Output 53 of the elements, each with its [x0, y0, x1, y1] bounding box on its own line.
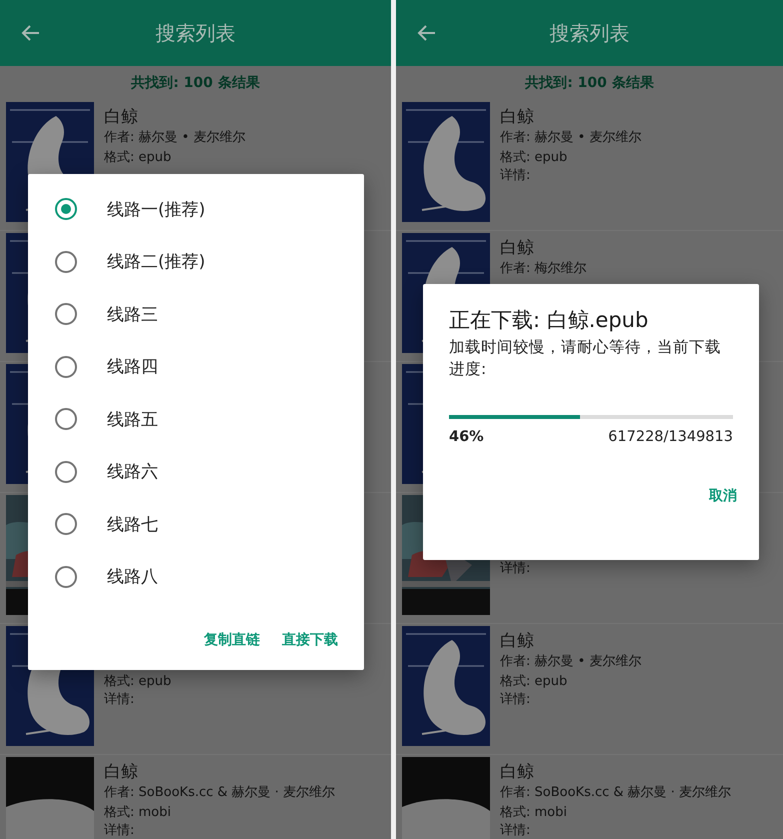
route-option[interactable]: 线路三 — [28, 288, 364, 340]
radio-button[interactable] — [55, 513, 77, 536]
book-format: 格式: epub — [104, 150, 172, 165]
book-format: 格式: epub — [500, 150, 568, 165]
dialog-message: 加载时间较慢，请耐心等待，当前下载进度: — [449, 337, 722, 380]
radio-button[interactable] — [55, 356, 77, 378]
book-author: 作者: 赫尔曼 • 麦尔维尔 — [104, 130, 246, 145]
book-title: 白鲸 — [500, 631, 534, 651]
cancel-button[interactable]: 取消 — [701, 481, 745, 511]
progress-percent: 46% — [449, 429, 484, 445]
screen-title: 搜索列表 — [156, 20, 236, 46]
book-details-label: 详情: — [500, 561, 530, 576]
book-title: 白鲸 — [500, 762, 534, 782]
book-author: 作者: 赫尔曼 • 麦尔维尔 — [500, 654, 642, 669]
route-option[interactable]: 线路六 — [28, 446, 364, 498]
book-format: 格式: epub — [500, 674, 568, 689]
dialog-button[interactable]: 复制直链 — [196, 625, 268, 655]
radio-button[interactable] — [55, 303, 77, 326]
dialog-button[interactable]: 直接下载 — [274, 625, 346, 655]
radio-button[interactable] — [55, 198, 77, 220]
result-count: 共找到: 100 条结果 — [131, 74, 260, 92]
book-title: 白鲸 — [500, 238, 534, 258]
back-arrow-icon[interactable] — [21, 23, 41, 43]
screen-title: 搜索列表 — [550, 20, 630, 46]
book-details-label: 详情: — [500, 692, 530, 707]
radio-button[interactable] — [55, 566, 77, 588]
book-title: 白鲸 — [500, 107, 534, 127]
book-details-label: 详情: — [104, 692, 134, 707]
book-author: 作者: 赫尔曼 • 麦尔维尔 — [500, 130, 642, 145]
dialog-title: 正在下载: 白鲸.epub — [449, 307, 650, 334]
book-details-label: 详情: — [500, 823, 530, 838]
route-option[interactable]: 线路四 — [28, 340, 364, 393]
progress-bytes: 617228/1349813 — [608, 429, 733, 445]
book-title: 白鲸 — [104, 762, 138, 782]
back-arrow-icon[interactable] — [417, 23, 437, 43]
book-details-label: 详情: — [500, 168, 530, 183]
book-format: 格式: epub — [104, 674, 172, 689]
book-author: 作者: SoBooKs.cc & 赫尔曼 · 麦尔维尔 — [104, 785, 336, 800]
book-details-label: 详情: — [104, 823, 134, 838]
route-option[interactable]: 线路一(推荐) — [28, 183, 364, 236]
route-option[interactable]: 线路八 — [28, 550, 364, 603]
book-title: 白鲸 — [104, 107, 138, 127]
radio-button[interactable] — [55, 408, 77, 430]
route-option[interactable]: 线路二(推荐) — [28, 236, 364, 288]
book-format: 格式: mobi — [500, 805, 567, 820]
radio-button[interactable] — [55, 460, 77, 483]
route-option[interactable]: 线路五 — [28, 393, 364, 446]
book-format: 格式: mobi — [104, 805, 171, 820]
result-count: 共找到: 100 条结果 — [525, 74, 654, 92]
book-author: 作者: 梅尔维尔 — [500, 261, 587, 276]
radio-button[interactable] — [55, 250, 77, 273]
book-author: 作者: SoBooKs.cc & 赫尔曼 · 麦尔维尔 — [500, 785, 732, 800]
route-option[interactable]: 线路七 — [28, 498, 364, 550]
